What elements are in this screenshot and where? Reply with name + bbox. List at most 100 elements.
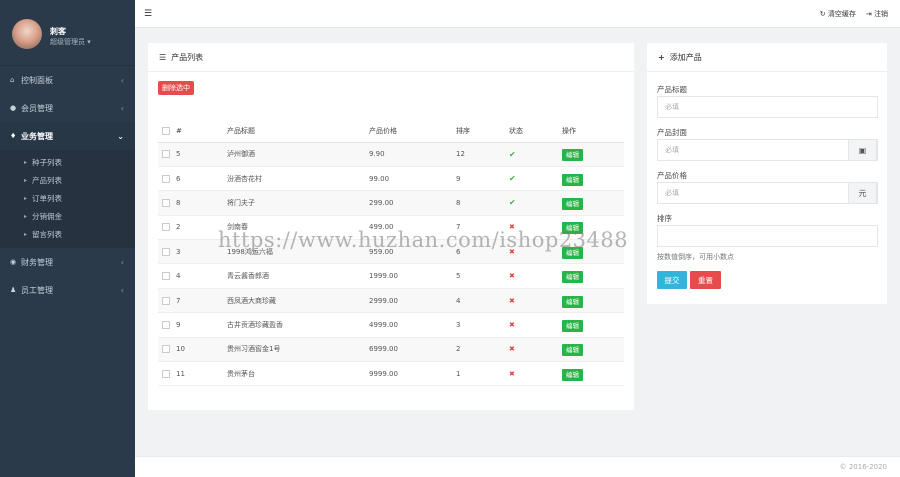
row-checkbox[interactable]: [162, 174, 170, 183]
menu-label: 业务管理: [21, 131, 53, 141]
cell-title: 泸州御酒: [227, 142, 369, 167]
submenu-item-commission[interactable]: ▸ 分销佣金: [0, 207, 135, 225]
cell-price: 4999.00: [369, 312, 456, 338]
caret-right-icon: ▸: [24, 194, 28, 202]
cross-icon[interactable]: ✖: [509, 370, 515, 378]
watermark-text: https://www.huzhan.com/ishop23488: [218, 228, 629, 252]
row-checkbox[interactable]: [162, 150, 170, 159]
cross-icon[interactable]: ✖: [509, 297, 515, 305]
edit-button[interactable]: 编辑: [562, 197, 583, 210]
sort-input[interactable]: [657, 225, 878, 247]
cell-status: ✖: [509, 263, 562, 289]
caret-down-icon: ▾: [87, 38, 91, 46]
row-checkbox[interactable]: [162, 223, 170, 232]
sort-hint: 按数值倒序，可用小数点: [657, 253, 734, 261]
cross-icon[interactable]: ✖: [509, 272, 515, 280]
price-unit-addon: 元: [848, 182, 877, 204]
cell-status: ✔: [509, 166, 562, 192]
cell-id: 7: [176, 288, 227, 314]
cell-title: 汾酒杏花村: [227, 166, 369, 192]
edit-button[interactable]: 编辑: [562, 319, 583, 332]
cell-sort: 3: [456, 312, 509, 338]
cell-status: ✔: [509, 190, 562, 216]
row-checkbox[interactable]: [162, 247, 170, 256]
cell-sort: 5: [456, 263, 509, 289]
staff-icon: ♟: [10, 286, 17, 294]
cell-price: 2999.00: [369, 288, 456, 314]
product-title-label: 产品标题: [657, 85, 687, 94]
edit-button[interactable]: 编辑: [562, 295, 583, 308]
user-role-dropdown[interactable]: 超级管理员 ▾: [50, 37, 91, 47]
edit-button[interactable]: 编辑: [562, 368, 583, 381]
row-checkbox[interactable]: [162, 198, 170, 207]
avatar[interactable]: [12, 19, 42, 49]
reset-button[interactable]: 重置: [690, 271, 721, 289]
check-icon[interactable]: ✔: [509, 174, 516, 183]
check-icon[interactable]: ✔: [509, 150, 516, 159]
cell-actions: 编辑: [562, 166, 624, 192]
row-checkbox[interactable]: [162, 369, 170, 378]
menu-item-staff[interactable]: ♟ 员工管理 ‹: [0, 276, 135, 304]
edit-button[interactable]: 编辑: [562, 149, 583, 162]
column-header-status: 状态: [509, 120, 562, 143]
chevron-left-icon: ‹: [120, 103, 124, 113]
delete-selected-button[interactable]: 删除选中: [158, 81, 194, 95]
submenu-item-messages[interactable]: ▸ 留言列表: [0, 225, 135, 243]
select-all-checkbox[interactable]: [162, 126, 170, 135]
flame-icon: ♦: [10, 132, 17, 140]
chevron-down-icon: ⌄: [117, 131, 124, 141]
edit-button[interactable]: 编辑: [562, 344, 583, 357]
cell-actions: 编辑: [562, 312, 624, 338]
cell-title: 贵州茅台: [227, 361, 369, 387]
check-icon[interactable]: ✔: [509, 198, 516, 207]
sort-label: 排序: [657, 214, 672, 223]
cell-sort: 12: [456, 142, 509, 167]
cell-id: 4: [176, 263, 227, 289]
cell-id: 6: [176, 166, 227, 192]
cell-title: 将门夫子: [227, 190, 369, 216]
sidebar: 刺客 超级管理员 ▾ ⌂ 控制面板 ‹ ● 会员管理 ‹ ♦ 业务管理 ⌄ ▸ 种…: [0, 0, 135, 477]
menu-toggle-icon[interactable]: ☰: [144, 9, 152, 19]
submenu-item-products[interactable]: ▸ 产品列表: [0, 171, 135, 189]
user-profile: 刺客 超级管理员 ▾: [0, 0, 135, 66]
cell-id: 5: [176, 142, 227, 167]
menu-item-finance[interactable]: ◉ 财务管理 ‹: [0, 248, 135, 276]
edit-button[interactable]: 编辑: [562, 271, 583, 284]
menu-item-members[interactable]: ● 会员管理 ‹: [0, 94, 135, 122]
plus-icon: +: [658, 52, 665, 62]
column-header-id: #: [176, 120, 227, 143]
product-price-input[interactable]: 必填 元: [657, 182, 878, 204]
logout-link[interactable]: ⇥ 注销: [866, 9, 888, 19]
edit-button[interactable]: 编辑: [562, 173, 583, 186]
submit-button[interactable]: 提交: [657, 271, 687, 289]
cross-icon[interactable]: ✖: [509, 345, 515, 353]
caret-right-icon: ▸: [24, 158, 28, 166]
caret-right-icon: ▸: [24, 212, 28, 220]
cell-sort: 8: [456, 190, 509, 216]
panel-title: 添加产品: [669, 52, 702, 62]
menu-item-dashboard[interactable]: ⌂ 控制面板 ‹: [0, 66, 135, 94]
row-checkbox[interactable]: [162, 272, 170, 281]
image-upload-icon[interactable]: ▣: [848, 139, 877, 161]
product-title-input[interactable]: 必填: [657, 96, 878, 118]
cell-price: 99.00: [369, 166, 456, 192]
cell-price: 1999.00: [369, 263, 456, 289]
row-checkbox[interactable]: [162, 320, 170, 329]
chevron-left-icon: ‹: [120, 75, 124, 85]
row-checkbox[interactable]: [162, 345, 170, 354]
cell-price: 299.00: [369, 190, 456, 216]
submenu-item-orders[interactable]: ▸ 订单列表: [0, 189, 135, 207]
business-submenu: ▸ 种子列表 ▸ 产品列表 ▸ 订单列表 ▸ 分销佣金 ▸ 留言列表: [0, 150, 135, 248]
row-checkbox[interactable]: [162, 296, 170, 305]
add-product-panel: + 添加产品 产品标题 必填 产品封面 必填 ▣ 产品价格 必填 元 排序 按数…: [647, 43, 887, 304]
clear-cache-link[interactable]: ↻ 清空缓存: [820, 9, 856, 19]
menu-item-business[interactable]: ♦ 业务管理 ⌄: [0, 122, 135, 150]
cell-status: ✖: [509, 361, 562, 387]
product-table: # 产品标题 产品价格 排序 状态 操作 5 泸州御酒 9.90 12 ✔ 编辑 6 汾酒杏花…: [158, 120, 624, 387]
table-header-row: # 产品标题 产品价格 排序 状态 操作: [158, 120, 624, 143]
cross-icon[interactable]: ✖: [509, 321, 515, 329]
cell-actions: 编辑: [562, 288, 624, 314]
user-name: 刺客: [50, 27, 66, 36]
submenu-item-seeds[interactable]: ▸ 种子列表: [0, 153, 135, 171]
product-cover-input[interactable]: 必填 ▣: [657, 139, 878, 161]
